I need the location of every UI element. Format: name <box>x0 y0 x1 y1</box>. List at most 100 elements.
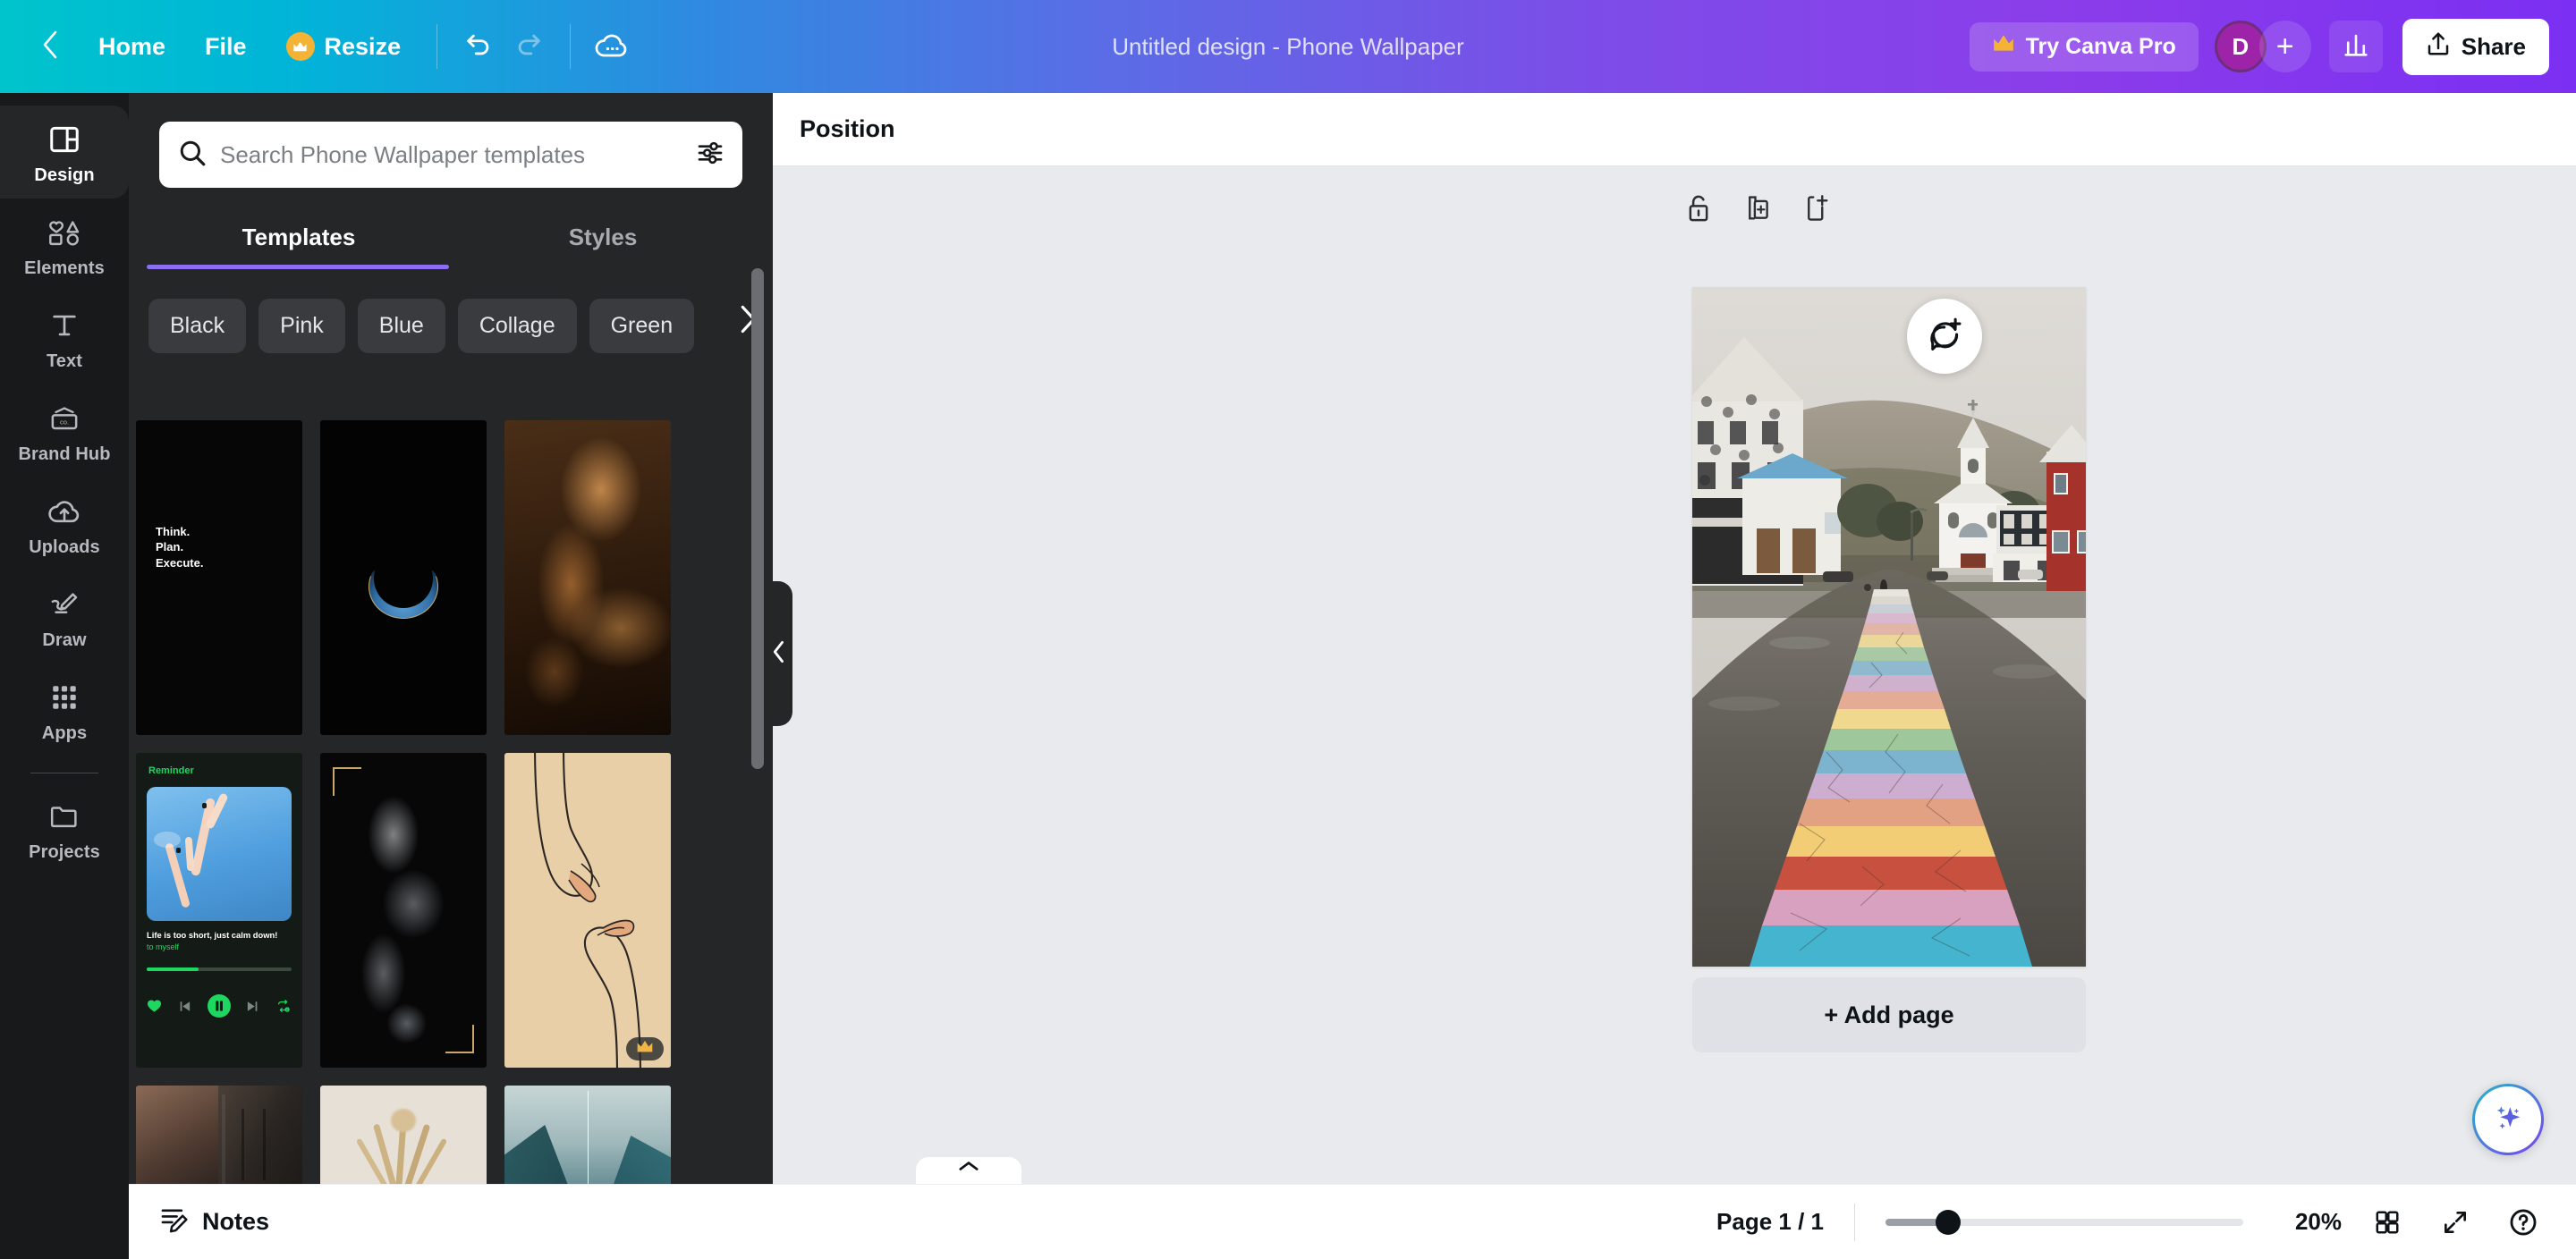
template-text: to myself <box>147 942 180 951</box>
sidebar-item-design[interactable]: Design <box>0 106 129 199</box>
undo-button[interactable] <box>453 21 504 72</box>
search-input[interactable] <box>220 140 683 169</box>
resize-button[interactable]: Resize <box>267 21 421 72</box>
sidebar-item-brand-hub[interactable]: co. Brand Hub <box>0 384 129 477</box>
sidebar-item-draw[interactable]: Draw <box>0 570 129 663</box>
sidebar-item-uploads[interactable]: Uploads <box>0 477 129 570</box>
template-card[interactable] <box>504 420 671 735</box>
tab-styles[interactable]: Styles <box>451 207 755 269</box>
chevron-up-icon <box>957 1159 980 1178</box>
text-t-icon <box>49 307 80 344</box>
sidebar-item-label: Text <box>46 351 83 371</box>
sidebar-item-label: Draw <box>42 630 87 650</box>
templates-panel: Templates Styles Black Pink Blue Collage… <box>129 93 773 1259</box>
chip-collage[interactable]: Collage <box>457 298 577 353</box>
grid-apps-icon <box>49 679 80 716</box>
top-toolbar: Home File Resize Untitled design - Phone… <box>0 0 2576 93</box>
home-button[interactable]: Home <box>79 22 185 72</box>
lock-page-button[interactable] <box>1685 193 1712 228</box>
template-text: Life is too short, just calm down! <box>147 930 278 940</box>
avatar-initial: D <box>2232 32 2250 60</box>
share-button[interactable]: Share <box>2402 18 2549 75</box>
design-page[interactable] <box>1692 287 2086 967</box>
back-button[interactable] <box>30 26 72 67</box>
template-grid: Think. Plan. Execute. Reminder Life is t… <box>129 408 671 1259</box>
bottom-toolbar: Notes Page 1 / 1 20% <box>129 1184 2576 1259</box>
magic-studio-button[interactable] <box>2472 1084 2544 1155</box>
redo-button[interactable] <box>504 21 554 72</box>
add-page-after-button[interactable] <box>1803 193 1830 228</box>
tab-templates[interactable]: Templates <box>147 207 451 269</box>
zoom-slider-knob[interactable] <box>1936 1209 1961 1235</box>
left-rail: Design Elements Text co. Brand Hub Uploa… <box>0 93 129 1259</box>
insights-button[interactable] <box>2328 21 2383 72</box>
try-pro-label: Try Canva Pro <box>2025 33 2176 59</box>
zoom-slider[interactable] <box>1885 1209 2243 1235</box>
cloud-saving-icon <box>594 29 630 65</box>
magic-sparkle-icon <box>2490 1100 2526 1140</box>
file-label: File <box>205 32 247 60</box>
template-text: Plan. <box>156 540 184 554</box>
template-card[interactable] <box>320 753 487 1068</box>
folder-projects-icon <box>47 798 81 835</box>
template-card[interactable] <box>320 420 487 735</box>
undo-icon <box>463 30 494 64</box>
repeat-one-icon: 1 <box>275 999 292 1018</box>
template-card[interactable]: Think. Plan. Execute. <box>136 420 302 735</box>
chip-blue[interactable]: Blue <box>357 298 445 353</box>
svg-text:co.: co. <box>60 418 69 426</box>
next-track-icon <box>247 1001 259 1017</box>
cloud-save-status-button[interactable] <box>587 21 637 72</box>
chevron-left-icon <box>40 30 62 64</box>
position-button[interactable]: Position <box>800 115 895 143</box>
chip-pink[interactable]: Pink <box>258 298 345 353</box>
file-menu-button[interactable]: File <box>185 22 267 72</box>
sidebar-item-label: Brand Hub <box>18 444 111 464</box>
template-card[interactable]: Reminder Life is too short, just calm do… <box>136 753 302 1068</box>
add-comment-button[interactable] <box>1907 299 1982 374</box>
page-counter: Page 1 / 1 <box>1716 1208 1824 1235</box>
notes-button[interactable]: Notes <box>159 1204 269 1239</box>
help-button[interactable] <box>2501 1200 2546 1245</box>
sidebar-item-elements[interactable]: Elements <box>0 199 129 292</box>
filter-chips-row: Black Pink Blue Collage Green <box>129 269 773 362</box>
sidebar-item-label: Apps <box>41 723 88 743</box>
resize-label: Resize <box>324 32 402 60</box>
chip-black[interactable]: Black <box>148 298 247 353</box>
home-label: Home <box>98 32 166 60</box>
sidebar-item-projects[interactable]: Projects <box>0 782 129 875</box>
duplicate-page-button[interactable] <box>1744 193 1771 228</box>
cloud-upload-icon <box>47 493 82 530</box>
add-collaborator-button[interactable]: + <box>2258 21 2311 72</box>
chip-green[interactable]: Green <box>589 298 695 353</box>
notes-pencil-icon <box>159 1204 190 1239</box>
fullscreen-button[interactable] <box>2433 1200 2478 1245</box>
shapes-elements-icon <box>47 214 82 251</box>
chevron-left-icon <box>771 640 787 668</box>
panel-scrollbar[interactable] <box>751 268 764 769</box>
sidebar-item-label: Uploads <box>29 537 100 557</box>
template-text: Execute. <box>156 555 204 570</box>
grid-view-button[interactable] <box>2365 1200 2410 1245</box>
template-card[interactable] <box>504 753 671 1068</box>
add-page-button[interactable]: + Add page <box>1692 977 2086 1052</box>
try-canva-pro-button[interactable]: Try Canva Pro <box>1969 21 2199 72</box>
brand-card-icon: co. <box>47 400 81 437</box>
crown-icon <box>1992 34 2015 60</box>
sidebar-item-text[interactable]: Text <box>0 292 129 384</box>
redo-icon <box>513 30 544 64</box>
search-bar[interactable] <box>159 122 742 188</box>
crown-icon <box>636 1040 654 1058</box>
previous-track-icon <box>178 1001 191 1017</box>
add-comment-icon <box>1926 316 1963 358</box>
share-label: Share <box>2461 32 2526 60</box>
collapse-bottom-bar-button[interactable] <box>916 1157 1021 1184</box>
collapse-panel-button[interactable] <box>766 581 792 726</box>
zoom-level[interactable]: 20% <box>2267 1208 2342 1236</box>
panel-tabs: Templates Styles <box>129 207 773 269</box>
sidebar-item-apps[interactable]: Apps <box>0 663 129 756</box>
filter-sliders-icon[interactable] <box>696 139 724 172</box>
sidebar-item-label: Elements <box>24 258 105 278</box>
toolbar-divider <box>436 24 438 69</box>
page-tools <box>1685 193 1830 228</box>
